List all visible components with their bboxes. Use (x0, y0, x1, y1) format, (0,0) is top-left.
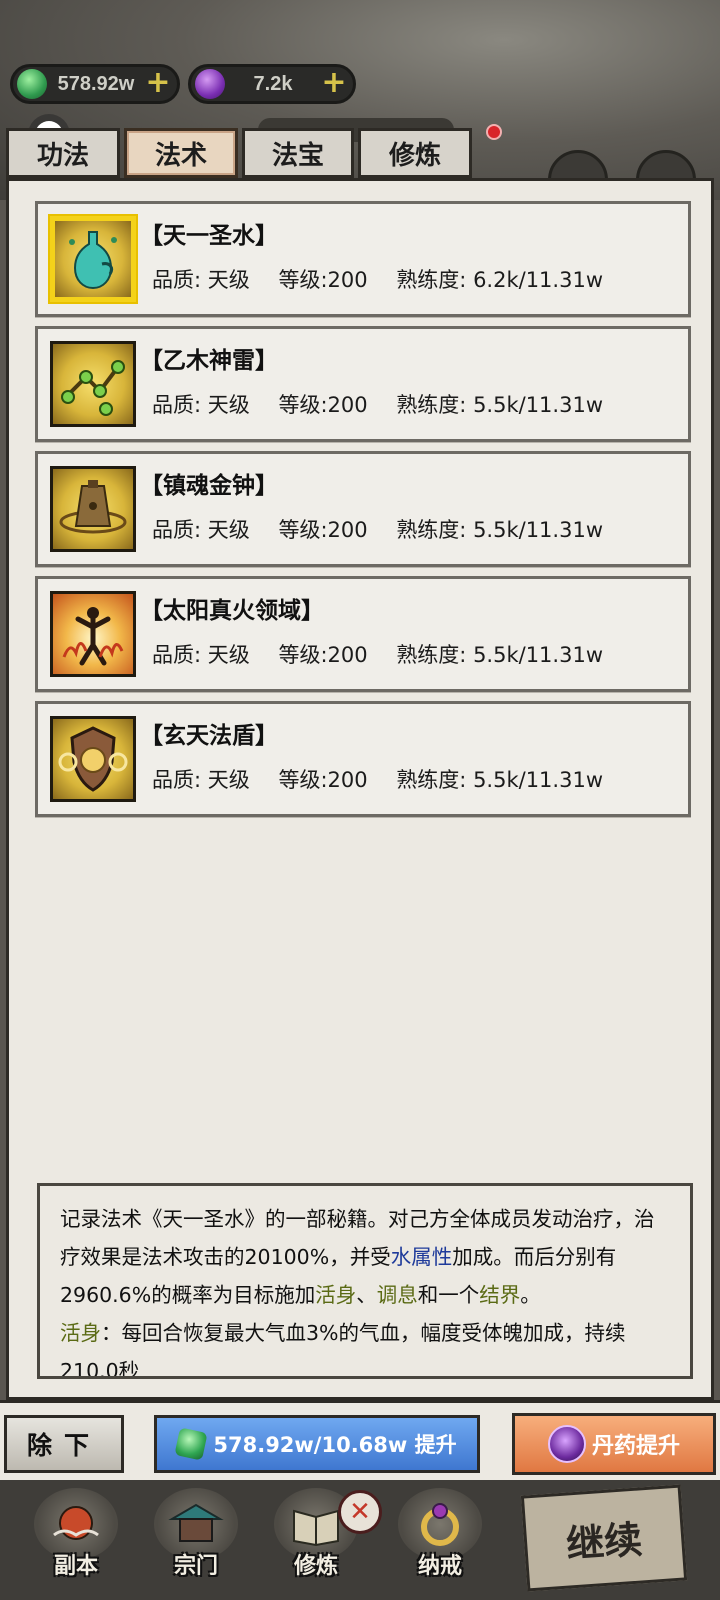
skill-name: 【天一圣水】 (140, 223, 278, 249)
tab-xiulian[interactable]: 修炼 (358, 128, 472, 178)
nav-item-dungeon[interactable]: 副本 (28, 1488, 124, 1588)
shield-icon (50, 716, 136, 802)
notification-dot (486, 124, 502, 140)
nav-item-ring[interactable]: 纳戒 (392, 1488, 488, 1588)
skill-quality: 品质: 天级 (152, 268, 250, 292)
upgrade-button[interactable]: 578.92w/10.68w 提升 (154, 1415, 480, 1473)
skill-stats: 品质: 天级 等级:200 熟练度: 5.5k/11.31w (152, 764, 625, 794)
pill-upgrade-button[interactable]: 丹药提升 (512, 1413, 716, 1475)
remove-button[interactable]: 除下 (4, 1415, 124, 1473)
desc-buff-huoshen: 活身 (315, 1283, 357, 1307)
skill-level: 等级:200 (278, 393, 368, 417)
tab-fashu[interactable]: 法术 (124, 128, 238, 178)
skill-stats: 品质: 天级 等级:200 熟练度: 5.5k/11.31w (152, 514, 625, 544)
desc-text: 。 (520, 1283, 541, 1307)
skill-quality: 品质: 天级 (152, 518, 250, 542)
desc-text: 、 (356, 1283, 377, 1307)
skill-quality: 品质: 天级 (152, 393, 250, 417)
jade-gem-icon (174, 1427, 208, 1461)
skill-item[interactable]: 【乙木神雷】 品质: 天级 等级:200 熟练度: 5.5k/11.31w (35, 326, 691, 442)
continue-button[interactable]: 继续 (520, 1484, 688, 1592)
skill-stats: 品质: 天级 等级:200 熟练度: 6.2k/11.31w (152, 264, 625, 294)
jade-gem-icon (17, 69, 47, 99)
tab-gongfa[interactable]: 功法 (6, 128, 120, 178)
skill-name: 【镇魂金钟】 (140, 473, 278, 499)
tab-bar: 功法 法术 法宝 修炼 (6, 128, 472, 178)
skill-panel: 【天一圣水】 品质: 天级 等级:200 熟练度: 6.2k/11.31w 【乙… (6, 178, 714, 1400)
elixir-vase-icon (50, 216, 136, 302)
upgrade-label: 578.92w/10.68w 提升 (213, 1433, 457, 1457)
skill-mastery: 熟练度: 5.5k/11.31w (396, 643, 603, 667)
nav-label: 副本 (53, 1554, 98, 1579)
crystal-add-icon[interactable]: + (321, 68, 347, 98)
nav-label: 纳戒 (417, 1554, 462, 1579)
desc-buff-label: 活身 (60, 1321, 101, 1345)
nav-label: 宗门 (173, 1554, 218, 1579)
desc-text: 210.0秒 (60, 1359, 140, 1379)
crystal-amount: 7.2k (253, 72, 293, 95)
skill-quality: 品质: 天级 (152, 768, 250, 792)
skill-mastery: 熟练度: 5.5k/11.31w (396, 768, 603, 792)
wood-thunder-icon (50, 341, 136, 427)
skill-description: 记录法术《天一圣水》的一部秘籍。对己方全体成员发动治疗，治疗效果是法术攻击的20… (37, 1183, 693, 1379)
crystal-gem-icon (195, 69, 225, 99)
skill-mastery: 熟练度: 5.5k/11.31w (396, 393, 603, 417)
desc-buff-tiaoxi: 调息 (376, 1283, 418, 1307)
skill-level: 等级:200 (278, 768, 368, 792)
nav-item-sect[interactable]: 宗门 (148, 1488, 244, 1588)
jade-currency: 578.92w + (10, 64, 180, 104)
desc-buff-jiejie: 结界 (479, 1283, 521, 1307)
skill-stats: 品质: 天级 等级:200 熟练度: 5.5k/11.31w (152, 389, 625, 419)
crystal-currency: 7.2k + (188, 64, 356, 104)
skill-mastery: 熟练度: 6.2k/11.31w (396, 268, 603, 292)
desc-text: 和一个 (417, 1283, 480, 1307)
jade-amount: 578.92w (57, 72, 135, 95)
skill-name: 【太阳真火领域】 (140, 598, 324, 624)
golden-bell-icon (50, 466, 136, 552)
pill-orb-icon (547, 1425, 586, 1463)
desc-water-attr: 水属性 (390, 1245, 453, 1269)
skill-list: 【天一圣水】 品质: 天级 等级:200 熟练度: 6.2k/11.31w 【乙… (35, 201, 691, 826)
skill-item[interactable]: 【玄天法盾】 品质: 天级 等级:200 熟练度: 5.5k/11.31w (35, 701, 691, 817)
skill-name: 【乙木神雷】 (140, 348, 278, 374)
skill-stats: 品质: 天级 等级:200 熟练度: 5.5k/11.31w (152, 639, 625, 669)
skill-item[interactable]: 【太阳真火领域】 品质: 天级 等级:200 熟练度: 5.5k/11.31w (35, 576, 691, 692)
pill-upgrade-label: 丹药提升 (591, 1434, 680, 1459)
nav-label: 修炼 (293, 1554, 338, 1579)
skill-quality: 品质: 天级 (152, 643, 250, 667)
skill-level: 等级:200 (278, 518, 368, 542)
skill-item[interactable]: 【镇魂金钟】 品质: 天级 等级:200 熟练度: 5.5k/11.31w (35, 451, 691, 567)
skill-mastery: 熟练度: 5.5k/11.31w (396, 518, 603, 542)
close-icon[interactable]: ✕ (338, 1490, 382, 1534)
skill-level: 等级:200 (278, 643, 368, 667)
tab-fabao[interactable]: 法宝 (242, 128, 354, 178)
skill-item[interactable]: 【天一圣水】 品质: 天级 等级:200 熟练度: 6.2k/11.31w (35, 201, 691, 317)
jade-add-icon[interactable]: + (145, 68, 171, 98)
desc-text: ：每回合恢复最大气血3%的气血，幅度受体魄加成，持续 (101, 1321, 626, 1345)
skill-name: 【玄天法盾】 (140, 723, 278, 749)
sun-fire-icon (50, 591, 136, 677)
skill-level: 等级:200 (278, 268, 368, 292)
action-bar: 除下 578.92w/10.68w 提升 丹药提升 (0, 1400, 720, 1480)
